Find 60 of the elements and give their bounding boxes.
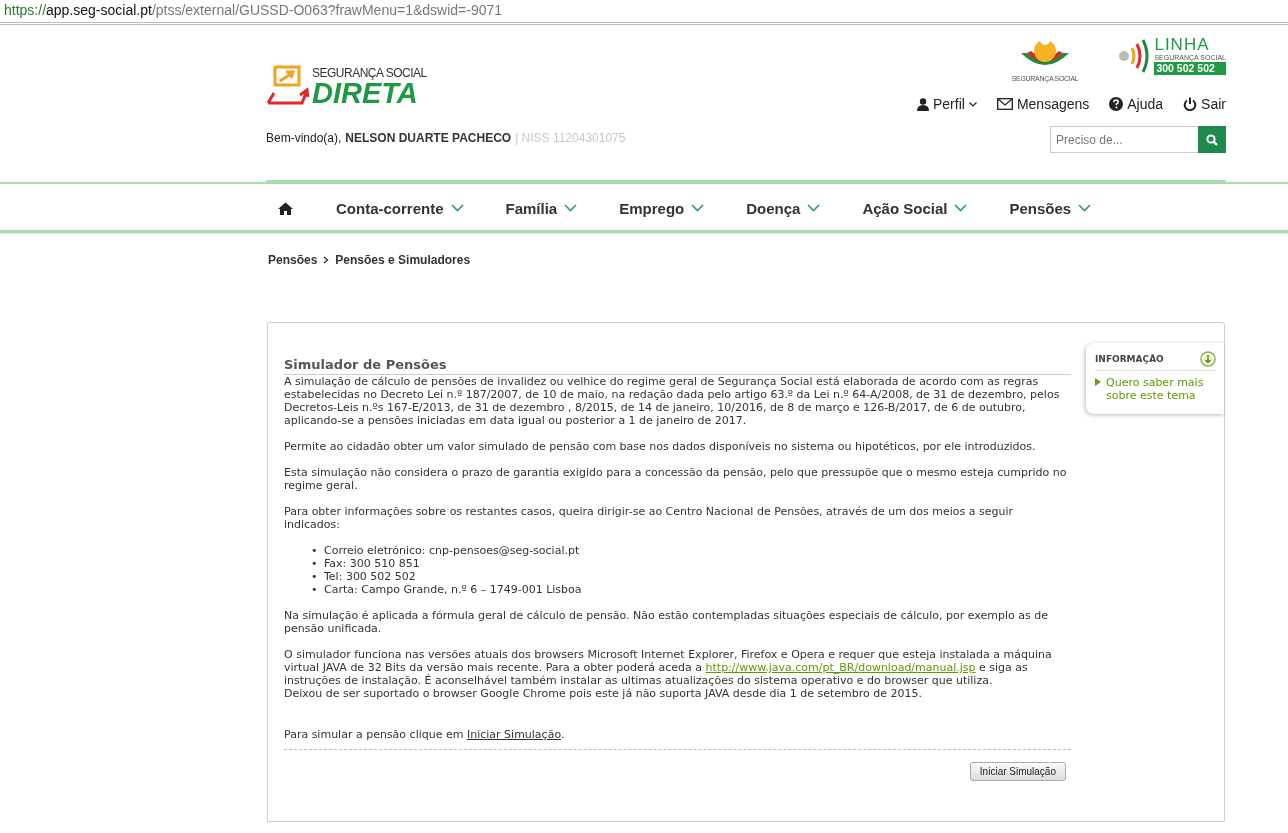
breadcrumb-link[interactable]: Pensões — [268, 253, 318, 267]
info-title: INFORMAÇÃO — [1095, 354, 1164, 364]
search-field[interactable]: Preciso de... — [1050, 126, 1198, 153]
start-simulation-button[interactable]: Iniciar Simulação — [969, 762, 1066, 781]
nav-menu-item[interactable]: Emprego — [598, 199, 726, 217]
bullet: • — [311, 544, 319, 557]
site-logo[interactable]: SEGURANÇA SOCIAL DIRETA — [266, 65, 626, 107]
chevron-down-icon — [564, 204, 578, 212]
nav-menu-item[interactable]: Conta-corrente — [315, 199, 485, 217]
contact-list-item: Carta: Campo Grande, n.º 6 – 1749-001 Lisboa — [324, 583, 582, 596]
nav-menu-item[interactable]: Família — [484, 199, 599, 217]
nav-menu-item[interactable]: Doença — [725, 199, 842, 217]
start-simulation-link[interactable]: Iniciar Simulação — [466, 728, 561, 741]
power-icon — [1183, 97, 1198, 111]
bullet: • — [311, 570, 319, 583]
nav-menu-item[interactable]: Pensões — [988, 199, 1113, 217]
chevron-down-icon — [1078, 204, 1092, 212]
welcome-text: Bem-vindo(a), — [266, 131, 342, 145]
logo-wordmark: DIRETA — [312, 79, 419, 107]
body-paragraph: Deixou de ser suportado o browser Google Chrome pois este já não suporta JAVA desde dia 1 de setembro de 2015. — [284, 687, 924, 700]
home-icon — [278, 201, 293, 215]
breadcrumb-link[interactable]: Pensões e Simuladores — [335, 253, 471, 267]
chevron-down-icon — [807, 204, 821, 212]
search-icon — [1206, 133, 1218, 146]
contact-list-item: Tel: 300 502 502 — [324, 570, 416, 583]
url-text[interactable]: https://app.seg-social.pt/ptss/external/GUSSD-O063?frawMenu=1&dswid=-9071 — [4, 2, 503, 18]
more-info-link[interactable]: Quero saber mais sobre este tema — [1106, 376, 1216, 402]
chevron-down-icon — [954, 204, 968, 212]
envelope-icon — [996, 98, 1013, 110]
help-icon — [1109, 97, 1124, 111]
bullet: • — [311, 557, 319, 570]
chevron-right-icon — [323, 256, 330, 264]
bullet-arrow-icon — [1095, 378, 1101, 386]
user-menu-link[interactable]: Perfil — [917, 96, 977, 112]
info-icon — [1200, 351, 1216, 367]
body-paragraph: Para simular a pensão clique em Iniciar Simulação. — [284, 728, 1071, 750]
body-paragraph: O simulador funciona nas versões atuais dos browsers Microsoft Internet Explorer, Firefox e Opera e requer que esteja instalada a máquina virtual JAVA de 32 Bits da versão mais recente. Para a obter poderá aceda a http://www.java.com/pt_BR/download/manual.jsp e siga as instruções de instalação. É aconselhável também instalar as ultimas atualizações do sistema operativo e do browser que utiliza. — [284, 648, 1053, 687]
bullet: • — [311, 583, 319, 596]
logo-mark-icon — [266, 65, 310, 107]
body-paragraph: Na simulação é aplicada a fórmula geral de cálculo de pensão. Não estão contempladas situações especiais de cálculo, por exemplo as de pensão unificada. — [284, 609, 1049, 635]
page-title: Simulador de Pensões — [284, 357, 1071, 375]
logo-tagline: SEGURANÇA SOCIAL — [312, 67, 427, 79]
user-menu-link[interactable]: Ajuda — [1109, 96, 1164, 112]
user-menu-link[interactable]: Mensagens — [996, 96, 1090, 112]
body-paragraph: A simulação de cálculo de pensões de invalidez ou velhice do regime geral de Segurança Social está elaborada de acordo com as regras estabelecidas no Decreto Lei n.º 187/2007, de 10 de maio, na redação dada pelo artigo 63.º da Lei n.º 64-A/2008, de 31 de dezembro, pelos Decretos-Leis n.ºs 167-E/2013, de 31 de dezembro , 8/2015, de 14 de janeiro, 10/2016, de 8 de março e 126-B/2017, de 6 de outubro, aplicando-se a pensões iniciadas em data igual ou posterior a 1 de janeiro de 2017. — [284, 375, 1061, 427]
phone-number: 300 502 502 — [1154, 62, 1226, 75]
chevron-down-icon — [691, 204, 705, 212]
java-download-link[interactable]: http://www.java.com/pt_BR/download/manual.jsp — [705, 661, 976, 674]
contact-list-item: Fax: 300 510 851 — [324, 557, 420, 570]
line-title: LINHA — [1154, 37, 1211, 53]
chevron-down-icon — [450, 204, 464, 212]
body-paragraph: Esta simulação não considera o prazo de garantia exigido para a concessão da pensão, pelo que pressupõe que o mesmo esteja cumprido no regime geral. — [284, 466, 1068, 492]
nav-menu-item[interactable]: Ação Social — [841, 199, 989, 217]
user-menu-link[interactable]: Sair — [1183, 96, 1226, 112]
person-icon — [917, 97, 929, 111]
search-button[interactable] — [1198, 126, 1226, 153]
contact-list-item: Correio eletrónico: cnp-pensoes@seg-social.pt — [324, 544, 580, 557]
user-name: NELSON DUARTE PACHECO — [345, 131, 512, 145]
body-paragraph: Permite ao cidadão obter um valor simulado de pensão com base nos dados disponíveis no sistema ou hipotéticos, por ele introduzidos. — [284, 440, 1037, 453]
body-paragraph: Para obter informações sobre os restantes casos, queira dirigir-se ao Centro Nacional de Pensões, através de um dos meios a seguir indicados: — [284, 505, 1015, 531]
